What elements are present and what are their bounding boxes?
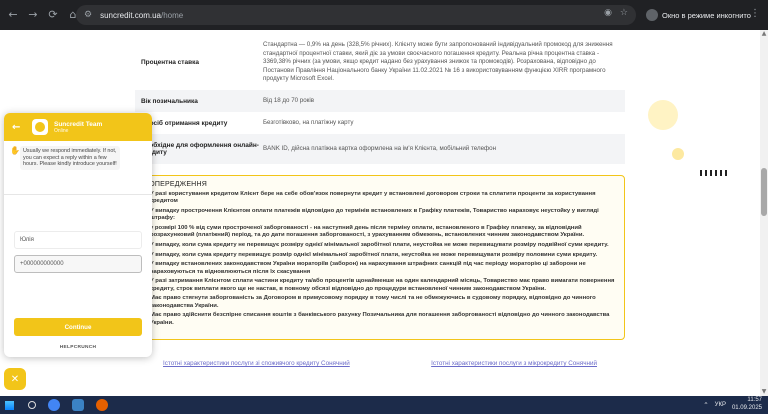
clock-date: 01.09.2025 — [731, 404, 762, 411]
wave-hand-icon: ✋ — [10, 146, 20, 155]
warning-box: ПОПЕРЕДЖЕННЯ У разі користування кредито… — [135, 175, 625, 340]
address-bar[interactable]: ⚙ suncredit.com.ua/home ◉ ☆ — [76, 5, 636, 25]
warning-item: У випадку встановлених законодавством Ук… — [144, 261, 616, 276]
sun-logo-icon — [35, 122, 45, 132]
info-row-rate: Процентна ставка Стандартна — 0,9% на де… — [135, 35, 625, 90]
documents-links: Істотні характеристики послуги зі спожив… — [135, 360, 625, 367]
clock-time: 11:57 — [747, 397, 762, 403]
warning-item: Має право здійснити безспірне списання к… — [144, 312, 616, 327]
decoration-circle — [648, 100, 678, 130]
info-row-method: Спосіб отримання кредиту Безготівково, н… — [135, 112, 625, 134]
info-row-key: Необхідне для оформлення онлайн-кредиту — [141, 142, 259, 156]
warning-item: У разі користування кредитом Клієнт бере… — [144, 191, 616, 206]
decoration-circle — [672, 148, 684, 160]
warning-title: ПОПЕРЕДЖЕННЯ — [144, 181, 207, 188]
incognito-label: Окно в режиме инкогнито — [662, 10, 751, 20]
warning-item: У випадку прострочення Клієнтом оплати п… — [144, 208, 616, 223]
scroll-up-icon[interactable]: ▲ — [760, 30, 768, 38]
chat-header: ← Suncredit Team Online — [4, 113, 152, 141]
chrome-app-icon[interactable] — [48, 399, 60, 411]
language-indicator[interactable]: УКР — [715, 402, 726, 408]
continue-button[interactable]: Continue — [14, 318, 142, 336]
explorer-app-icon[interactable] — [72, 399, 84, 411]
info-row-age: Вік позичальника Від 18 до 70 років — [135, 90, 625, 112]
incognito-indicator[interactable]: Окно в режиме инкогнито — [646, 6, 751, 24]
warning-item: у розмірі 100 % від суми простроченої за… — [144, 225, 616, 240]
windows-logo-icon — [4, 400, 14, 410]
url-path: /home — [161, 10, 184, 20]
browser-menu-icon[interactable]: ⋮ — [750, 8, 760, 19]
microcredit-link[interactable]: Істотні характеристики послуги з мікрокр… — [431, 360, 597, 367]
info-row-value: Безготівково, на платіжну карту — [263, 118, 354, 126]
system-tray: ⌃ УКР 11:57 01.09.2025 — [703, 397, 762, 412]
decoration-dots — [700, 170, 728, 176]
start-button[interactable] — [0, 396, 18, 414]
scroll-down-icon[interactable]: ▼ — [760, 388, 768, 396]
chat-close-icon[interactable]: ✕ — [4, 368, 26, 390]
forward-icon[interactable]: → — [26, 8, 40, 22]
info-row-value: BANK ID, дійсна платіжна картка оформлен… — [263, 144, 496, 152]
url-text[interactable]: suncredit.com.ua/home — [100, 11, 183, 20]
windows-taskbar: ⌃ УКР 11:57 01.09.2025 — [0, 396, 768, 414]
page-scrollbar[interactable]: ▲ ▼ — [760, 30, 768, 396]
url-host: suncredit.com.ua — [100, 10, 161, 20]
search-icon[interactable] — [28, 401, 36, 409]
warning-item: У випадку, коли сума кредиту перевищує р… — [144, 252, 616, 260]
info-row-value: Стандартна — 0,9% на день (328,5% річних… — [263, 41, 613, 83]
reload-icon[interactable]: ⟳ — [46, 8, 60, 22]
scrollbar-thumb[interactable] — [761, 168, 767, 216]
chat-back-icon[interactable]: ← — [12, 122, 26, 133]
info-row-requirements: Необхідне для оформлення онлайн-кредиту … — [135, 134, 625, 164]
chat-team-name: Suncredit Team — [54, 120, 103, 128]
info-row-key: Спосіб отримання кредиту — [141, 119, 228, 127]
eye-off-icon[interactable]: ◉ — [604, 8, 612, 18]
browser-toolbar: ← → ⟳ ⌂ ⚙ suncredit.com.ua/home ◉ ☆ Окно… — [0, 0, 768, 30]
chat-intro-text: Usually we respond immediately. If not, … — [20, 146, 120, 170]
chat-divider — [4, 193, 152, 195]
chat-widget: ← Suncredit Team Online ✋ Usually we res… — [4, 113, 152, 357]
chat-status: Online — [54, 127, 69, 134]
site-info-icon[interactable]: ⚙ — [84, 10, 92, 20]
firefox-app-icon[interactable] — [96, 399, 108, 411]
network-icon[interactable]: ⌃ — [703, 401, 708, 409]
phone-field[interactable]: +000000000000 — [14, 254, 142, 273]
back-icon[interactable]: ← — [6, 8, 20, 22]
chat-intro-message: ✋ Usually we respond immediately. If not… — [10, 146, 146, 170]
chat-avatar — [32, 119, 48, 135]
warning-item: Має право стягнути заборгованість за Дог… — [144, 295, 616, 310]
clock[interactable]: 11:57 01.09.2025 — [732, 397, 762, 412]
warning-item: У випадку, коли сума кредиту не перевищу… — [144, 242, 616, 250]
name-field[interactable]: Юлія — [14, 230, 142, 249]
bookmark-star-icon[interactable]: ☆ — [620, 8, 628, 18]
info-row-key: Процентна ставка — [141, 59, 199, 66]
info-row-key: Вік позичальника — [141, 97, 198, 105]
consumer-credit-link[interactable]: Істотні характеристики послуги зі спожив… — [163, 360, 350, 367]
helpcrunch-brand: HELPCRUNCH — [59, 345, 97, 350]
warning-item: У разі затримання Клієнтом сплати частин… — [144, 278, 616, 293]
info-row-value: Від 18 до 70 років — [263, 96, 315, 104]
incognito-icon — [646, 9, 658, 21]
